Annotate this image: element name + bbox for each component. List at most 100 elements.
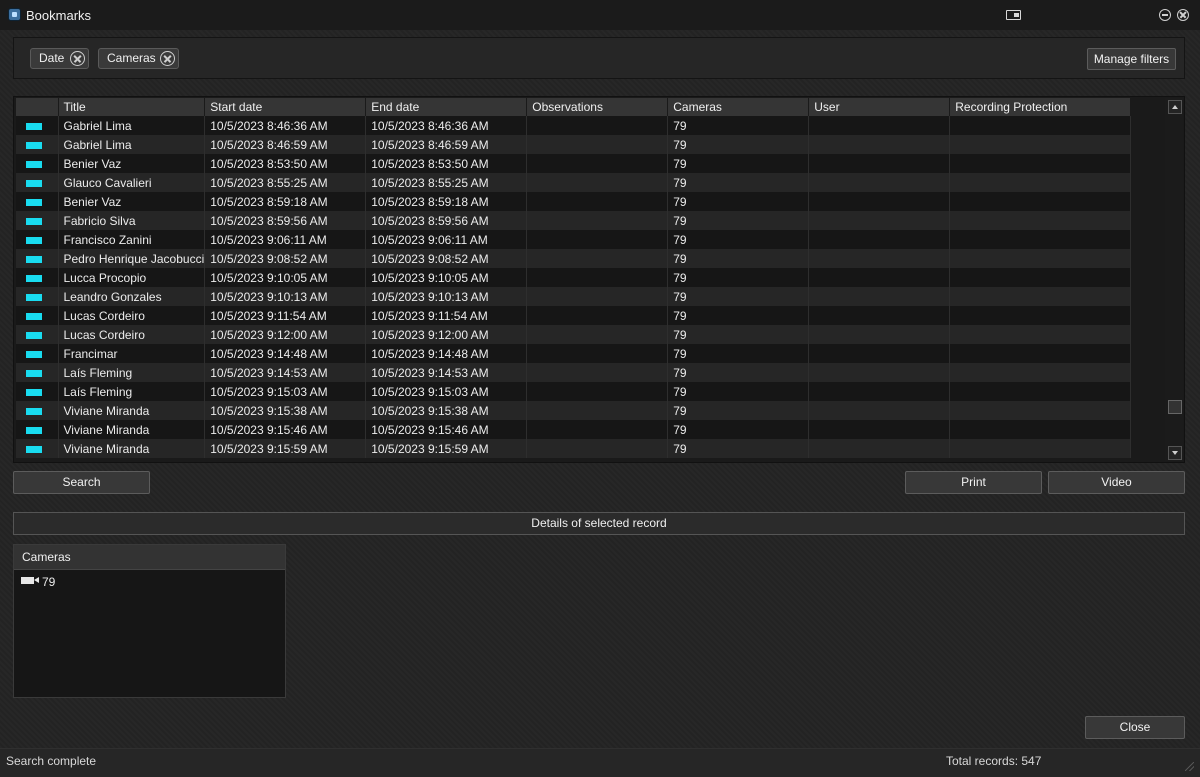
- cameras-panel: Cameras 79: [13, 544, 286, 698]
- cell-user: [808, 249, 951, 268]
- cell-user: [808, 420, 951, 439]
- cell-observations: [526, 230, 669, 249]
- table-row[interactable]: Pedro Henrique Jacobucci 10/5/2023 9:08:5…: [16, 249, 1132, 268]
- row-marker-cell: [16, 382, 59, 401]
- column-header[interactable]: Observations: [526, 98, 669, 116]
- bookmark-marker-icon: [26, 274, 42, 282]
- cell-start: 10/5/2023 8:53:50 AM: [204, 154, 367, 173]
- scroll-down-icon[interactable]: [1168, 446, 1182, 460]
- table-row[interactable]: Viviane Miranda 10/5/2023 9:15:59 AM 10/5/…: [16, 439, 1132, 458]
- cell-title: Viviane Miranda: [58, 420, 206, 439]
- table-row[interactable]: Francimar 10/5/2023 9:14:48 AM 10/5/2023 9…: [16, 344, 1132, 363]
- cell-start: 10/5/2023 8:59:56 AM: [204, 211, 367, 230]
- table-row[interactable]: Gabriel Lima 10/5/2023 8:46:59 AM 10/5/202…: [16, 135, 1132, 154]
- column-header[interactable]: User: [808, 98, 951, 116]
- bookmark-marker-icon: [26, 255, 42, 263]
- bookmark-marker-icon: [26, 198, 42, 206]
- cell-protection: [949, 116, 1132, 135]
- table-row[interactable]: Fabricio Silva 10/5/2023 8:59:56 AM 10/5/2…: [16, 211, 1132, 230]
- cell-title: Laís Fleming: [58, 363, 206, 382]
- cell-title: Gabriel Lima: [58, 116, 206, 135]
- cell-user: [808, 230, 951, 249]
- bookmarks-grid[interactable]: Title Start date End date Observations Camer…: [13, 96, 1185, 463]
- remove-filter-icon[interactable]: [70, 51, 85, 66]
- table-row[interactable]: Viviane Miranda 10/5/2023 9:15:38 AM 10/5/…: [16, 401, 1132, 420]
- cell-user: [808, 268, 951, 287]
- table-row[interactable]: Benier Vaz 10/5/2023 8:53:50 AM 10/5/2023 …: [16, 154, 1132, 173]
- cell-observations: [526, 325, 669, 344]
- table-row[interactable]: Glauco Cavalieri 10/5/2023 8:55:25 AM 10/5…: [16, 173, 1132, 192]
- video-button[interactable]: Video: [1048, 471, 1185, 494]
- cell-user: [808, 211, 951, 230]
- cell-end: 10/5/2023 9:14:53 AM: [365, 363, 528, 382]
- filter-chip-label: Cameras: [107, 51, 156, 65]
- row-marker-cell: [16, 401, 59, 420]
- column-header[interactable]: Title: [58, 98, 206, 116]
- column-header[interactable]: Start date: [204, 98, 367, 116]
- cell-title: Lucca Procopio: [58, 268, 206, 287]
- filter-bar: Date Cameras Manage filters: [13, 37, 1185, 79]
- filter-chip-date[interactable]: Date: [30, 48, 89, 69]
- column-header[interactable]: Recording Protection: [949, 98, 1132, 116]
- scroll-thumb[interactable]: [1168, 400, 1182, 414]
- cell-cameras: 79: [667, 116, 810, 135]
- table-row[interactable]: Viviane Miranda 10/5/2023 9:15:46 AM 10/5/…: [16, 420, 1132, 439]
- search-button[interactable]: Search: [13, 471, 150, 494]
- cell-start: 10/5/2023 8:55:25 AM: [204, 173, 367, 192]
- column-header[interactable]: End date: [365, 98, 528, 116]
- cell-cameras: 79: [667, 249, 810, 268]
- print-button[interactable]: Print: [905, 471, 1042, 494]
- cell-cameras: 79: [667, 287, 810, 306]
- bookmark-marker-icon: [26, 388, 42, 396]
- cell-cameras: 79: [667, 325, 810, 344]
- cell-title: Viviane Miranda: [58, 401, 206, 420]
- cell-title: Glauco Cavalieri: [58, 173, 206, 192]
- close-window-icon[interactable]: [1177, 9, 1189, 21]
- table-row[interactable]: Lucas Cordeiro 10/5/2023 9:11:54 AM 10/5/2…: [16, 306, 1132, 325]
- bookmark-marker-icon: [26, 236, 42, 244]
- remove-filter-icon[interactable]: [160, 51, 175, 66]
- cell-end: 10/5/2023 8:59:56 AM: [365, 211, 528, 230]
- cameras-panel-header: Cameras: [14, 545, 285, 570]
- cell-start: 10/5/2023 9:10:13 AM: [204, 287, 367, 306]
- details-header: Details of selected record: [13, 512, 1185, 535]
- resize-grip-icon[interactable]: [1185, 762, 1194, 771]
- table-row[interactable]: Leandro Gonzales 10/5/2023 9:10:13 AM 10/5…: [16, 287, 1132, 306]
- bookmark-marker-icon: [26, 369, 42, 377]
- cell-end: 10/5/2023 9:15:03 AM: [365, 382, 528, 401]
- camera-list-item[interactable]: 79: [42, 575, 55, 589]
- vertical-scrollbar[interactable]: [1165, 98, 1183, 461]
- manage-filters-button[interactable]: Manage filters: [1087, 48, 1176, 70]
- cell-start: 10/5/2023 8:59:18 AM: [204, 192, 367, 211]
- table-row[interactable]: Laís Fleming 10/5/2023 9:14:53 AM 10/5/202…: [16, 363, 1132, 382]
- table-row[interactable]: Lucas Cordeiro 10/5/2023 9:12:00 AM 10/5/2…: [16, 325, 1132, 344]
- column-header[interactable]: Cameras: [667, 98, 810, 116]
- cell-title: Benier Vaz: [58, 192, 206, 211]
- cell-protection: [949, 306, 1132, 325]
- table-row[interactable]: Gabriel Lima 10/5/2023 8:46:36 AM 10/5/202…: [16, 116, 1132, 135]
- cell-start: 10/5/2023 9:14:53 AM: [204, 363, 367, 382]
- filter-chip-cameras[interactable]: Cameras: [98, 48, 179, 69]
- table-row[interactable]: Benier Vaz 10/5/2023 8:59:18 AM 10/5/2023 …: [16, 192, 1132, 211]
- cell-start: 10/5/2023 9:15:03 AM: [204, 382, 367, 401]
- cell-cameras: 79: [667, 173, 810, 192]
- close-button[interactable]: Close: [1085, 716, 1185, 739]
- row-marker-cell: [16, 268, 59, 287]
- column-header[interactable]: [16, 98, 59, 116]
- bookmark-marker-icon: [26, 407, 42, 415]
- cell-title: Benier Vaz: [58, 154, 206, 173]
- cell-title: Laís Fleming: [58, 382, 206, 401]
- minimize-icon[interactable]: [1159, 9, 1171, 21]
- bookmark-marker-icon: [26, 141, 42, 149]
- table-row[interactable]: Lucca Procopio 10/5/2023 9:10:05 AM 10/5/2…: [16, 268, 1132, 287]
- scroll-up-icon[interactable]: [1168, 100, 1182, 114]
- monitor-icon[interactable]: [1006, 10, 1021, 20]
- cell-end: 10/5/2023 8:46:59 AM: [365, 135, 528, 154]
- row-marker-cell: [16, 306, 59, 325]
- cell-end: 10/5/2023 9:12:00 AM: [365, 325, 528, 344]
- bookmark-marker-icon: [26, 217, 42, 225]
- table-row[interactable]: Laís Fleming 10/5/2023 9:15:03 AM 10/5/202…: [16, 382, 1132, 401]
- cell-protection: [949, 325, 1132, 344]
- table-row[interactable]: Francisco Zanini 10/5/2023 9:06:11 AM 10/5…: [16, 230, 1132, 249]
- status-bar: Search complete Total records: 547: [0, 748, 1200, 777]
